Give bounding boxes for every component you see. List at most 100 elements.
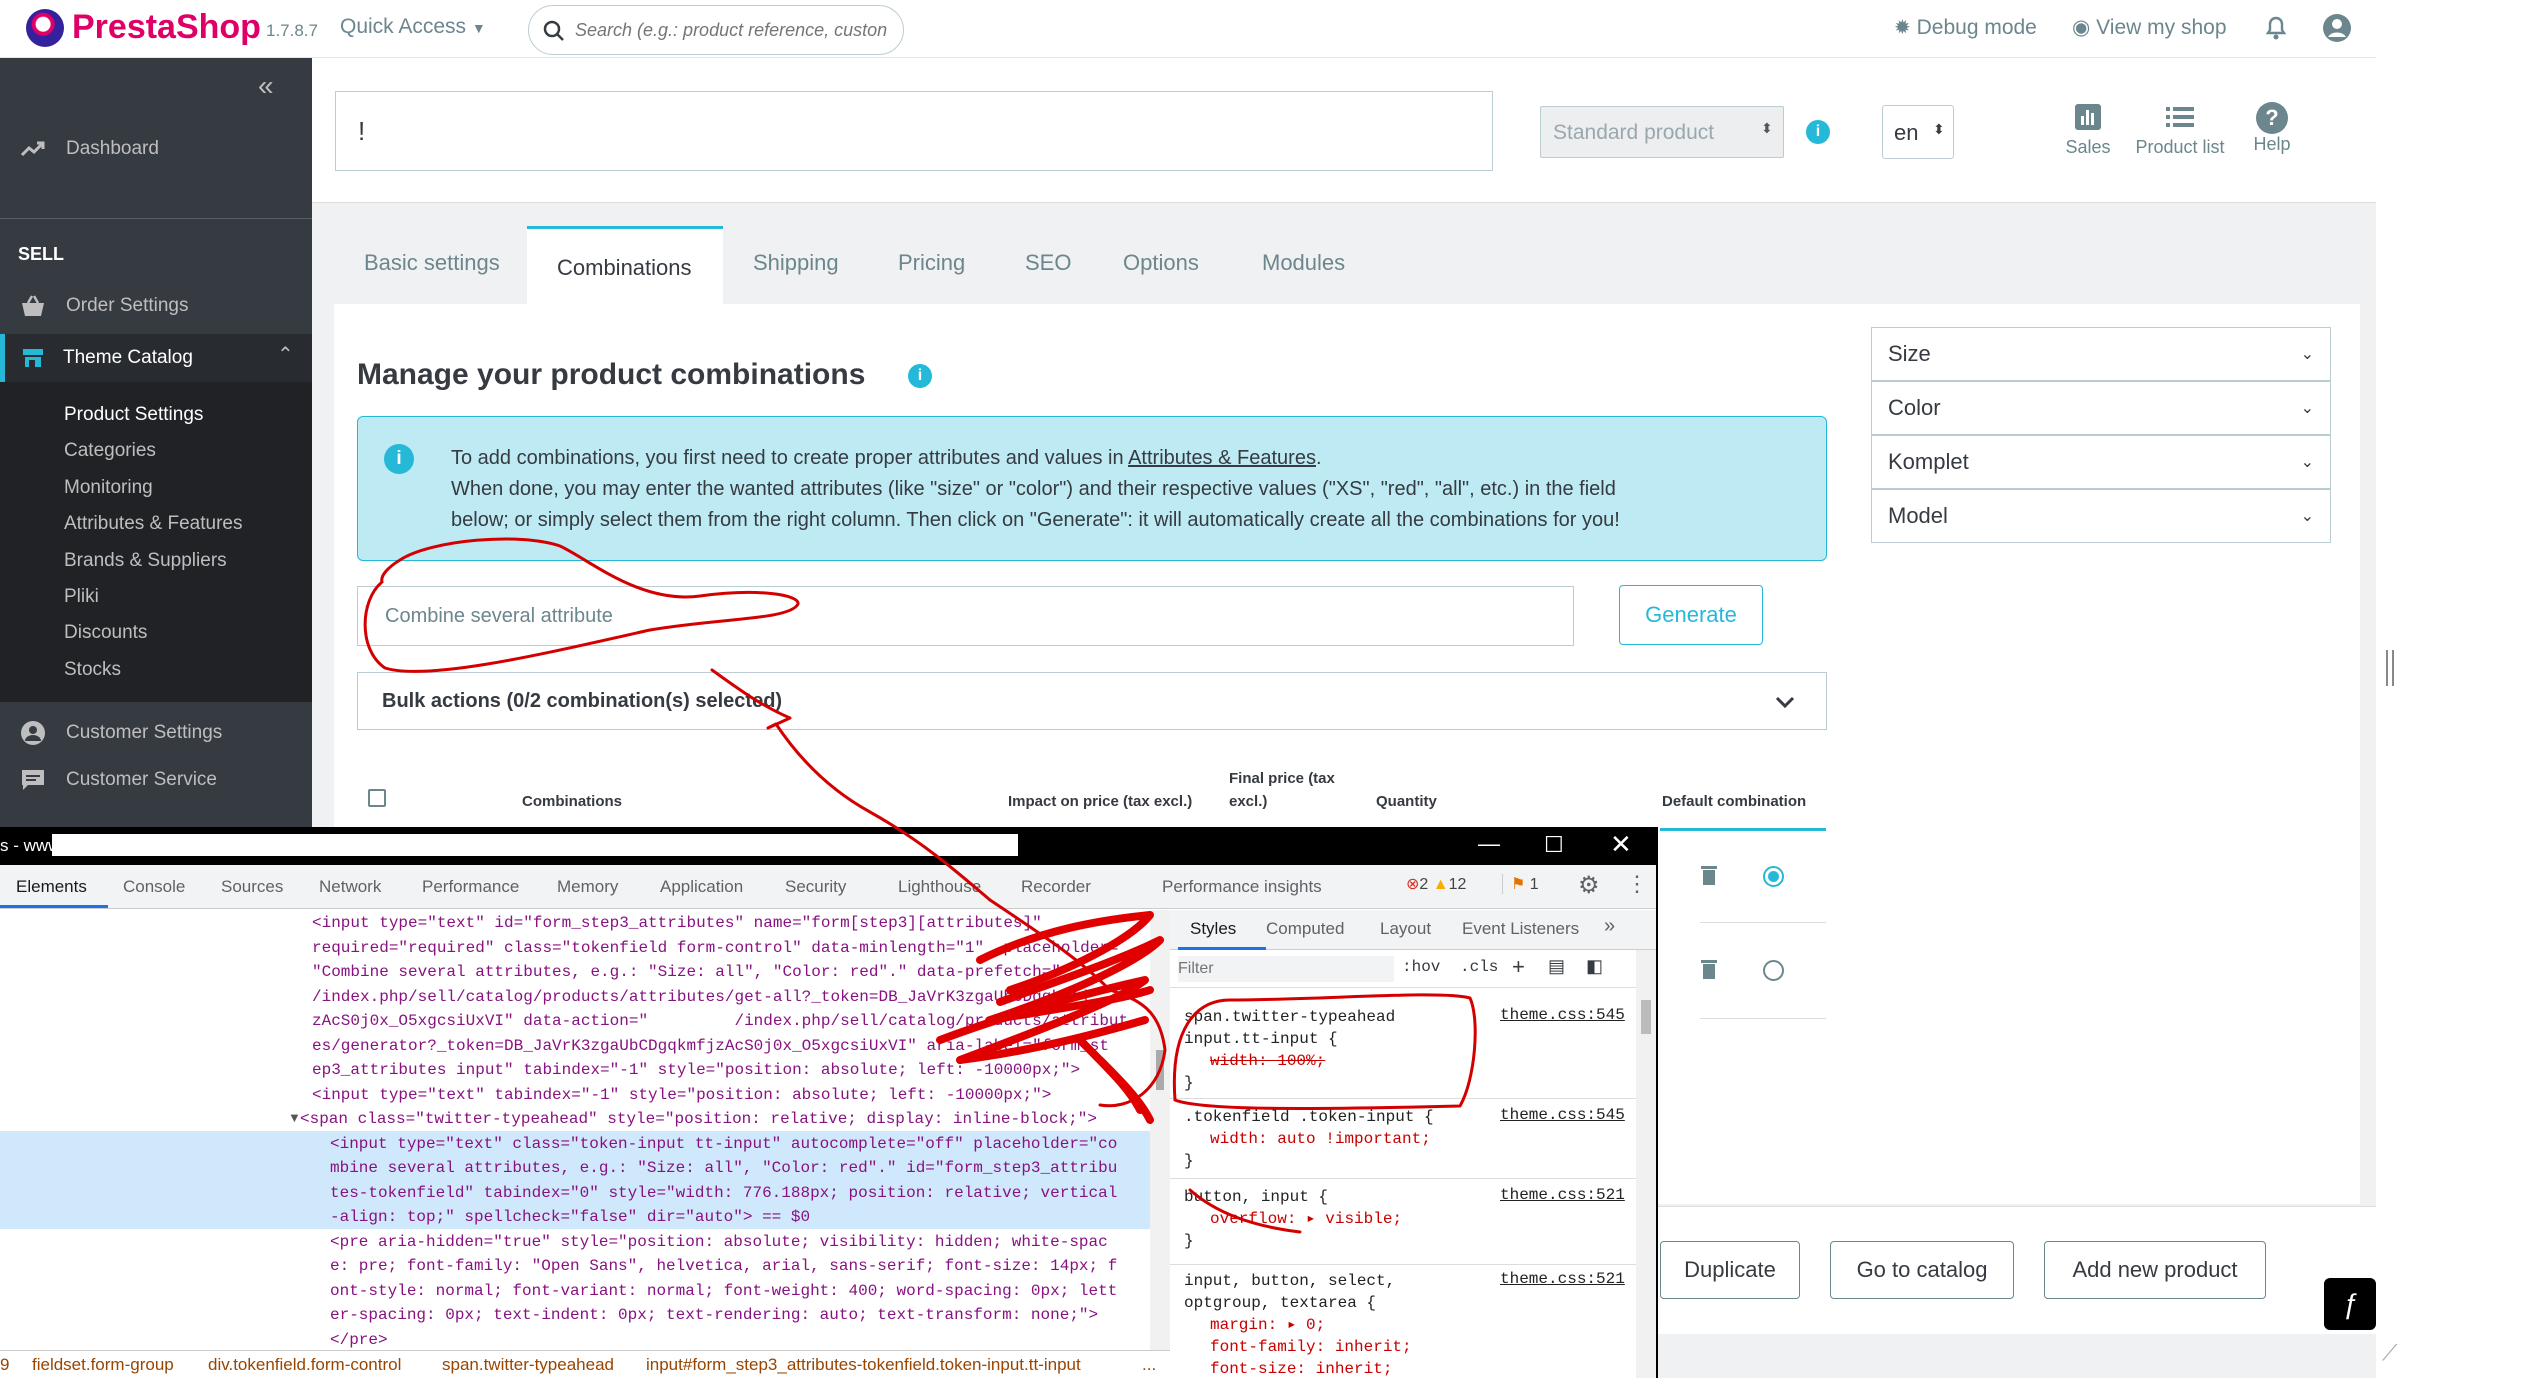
dom-line[interactable]: </pre> bbox=[330, 1328, 388, 1351]
dom-line[interactable]: es/generator?_token=DB_JaVrK3zgaUbCDgqkm… bbox=[312, 1034, 1109, 1059]
rule-4-source[interactable]: theme.css:521 bbox=[1500, 1270, 1625, 1288]
submenu-pliki[interactable]: Pliki bbox=[64, 586, 99, 608]
symfony-toolbar-icon[interactable]: ƒ bbox=[2324, 1278, 2376, 1330]
sidebar-item-customer-service[interactable]: Customer Service bbox=[20, 768, 217, 792]
close-icon[interactable]: ✕ bbox=[1610, 829, 1632, 860]
styles-tab-event-listeners[interactable]: Event Listeners bbox=[1462, 919, 1579, 939]
dom-line[interactable]: mbine several attributes, e.g.: "Size: a… bbox=[330, 1156, 1117, 1181]
scroll-thumb[interactable] bbox=[1641, 1000, 1651, 1034]
prestashop-logo[interactable] bbox=[26, 9, 64, 47]
debug-mode-link[interactable]: ✹ Debug mode bbox=[1894, 15, 2037, 40]
submenu-attributes-features[interactable]: Attributes & Features bbox=[64, 513, 242, 535]
add-new-product-button[interactable]: Add new product bbox=[2044, 1241, 2266, 1299]
rule-3-decl[interactable]: overflow: ▸ visible; bbox=[1184, 1208, 1402, 1230]
scroll-thumb[interactable] bbox=[1156, 1050, 1164, 1090]
settings-gear-icon[interactable]: ⚙ bbox=[1578, 871, 1600, 900]
dom-line[interactable]: <input type="text" class="token-input tt… bbox=[330, 1132, 1117, 1157]
issues-counter[interactable]: ⚑ 1 bbox=[1502, 874, 1539, 894]
devtools-tab-console[interactable]: Console bbox=[123, 877, 185, 897]
product-list-button[interactable]: Product list bbox=[2120, 102, 2240, 158]
dom-line[interactable]: ep3_attributes input" tabindex="-1" styl… bbox=[312, 1058, 1080, 1083]
devtools-tab-memory[interactable]: Memory bbox=[557, 877, 618, 897]
dom-line[interactable]: e: pre; font-family: "Open Sans", helvet… bbox=[330, 1254, 1117, 1279]
attribute-group-model[interactable]: Model ⌄ bbox=[1871, 489, 2331, 543]
sidebar-item-customer-settings[interactable]: Customer Settings bbox=[20, 720, 222, 746]
view-shop-link[interactable]: ◉ View my shop bbox=[2072, 15, 2227, 40]
tab-basic-settings[interactable]: Basic settings bbox=[364, 250, 500, 276]
attributes-features-link[interactable]: Attributes & Features bbox=[1128, 447, 1316, 469]
rule-2-decl[interactable]: width: auto !important; bbox=[1184, 1128, 1434, 1150]
tab-pricing[interactable]: Pricing bbox=[898, 250, 965, 276]
sidebar-item-order-settings[interactable]: Order Settings bbox=[20, 294, 189, 318]
brand-name[interactable]: PrestaShop bbox=[72, 8, 261, 47]
bell-icon[interactable] bbox=[2264, 13, 2288, 41]
delete-icon[interactable] bbox=[1700, 864, 1718, 891]
help-button[interactable]: ? Help bbox=[2242, 102, 2302, 155]
rule-2-source[interactable]: theme.css:545 bbox=[1500, 1106, 1625, 1124]
styles-filter-input[interactable] bbox=[1178, 956, 1394, 982]
dom-line[interactable]: <pre aria-hidden="true" style="position:… bbox=[330, 1230, 1108, 1255]
sidebar-item-theme-catalog[interactable]: Theme Catalog ⌃ bbox=[0, 334, 312, 382]
hover-state-toggle[interactable]: :hov bbox=[1402, 958, 1440, 976]
attribute-group-komplet[interactable]: Komplet ⌄ bbox=[1871, 435, 2331, 489]
expand-triangle-icon[interactable]: ▼ bbox=[288, 1110, 301, 1125]
dom-line[interactable]: -align: top;" spellcheck="false" dir="au… bbox=[330, 1205, 810, 1230]
more-options-icon[interactable]: ⋮ bbox=[1626, 871, 1648, 897]
dom-line[interactable]: "Combine several attributes, e.g.: "Size… bbox=[312, 960, 1061, 985]
rule-3-source[interactable]: theme.css:521 bbox=[1500, 1186, 1625, 1204]
go-to-catalog-button[interactable]: Go to catalog bbox=[1830, 1241, 2014, 1299]
crumb-item[interactable]: 9 bbox=[0, 1355, 9, 1375]
dom-line[interactable]: required="required" class="tokenfield fo… bbox=[312, 936, 1119, 961]
account-icon[interactable] bbox=[2322, 13, 2352, 43]
sales-button[interactable]: Sales bbox=[2058, 102, 2118, 158]
sidebar-toggle-icon[interactable]: ◧ bbox=[1586, 956, 1603, 977]
styles-tab-styles[interactable]: Styles bbox=[1190, 919, 1236, 939]
rule-1-decl[interactable]: width: 100%; bbox=[1184, 1050, 1395, 1072]
tab-seo[interactable]: SEO bbox=[1025, 250, 1071, 276]
dom-line[interactable]: er-spacing: 0px; text-indent: 0px; text-… bbox=[330, 1303, 1098, 1328]
styles-tab-computed[interactable]: Computed bbox=[1266, 919, 1344, 939]
tab-options[interactable]: Options bbox=[1123, 250, 1199, 276]
dom-line[interactable]: <span class="twitter-typeahead" style="p… bbox=[300, 1107, 1097, 1132]
devtools-tab-performance[interactable]: Performance bbox=[422, 877, 519, 897]
add-rule-icon[interactable]: + bbox=[1512, 954, 1525, 980]
rule-4-decl[interactable]: margin: ▸ 0; bbox=[1184, 1314, 1412, 1336]
tab-combinations[interactable]: Combinations bbox=[557, 255, 692, 281]
default-combination-radio[interactable] bbox=[1763, 960, 1784, 981]
search-input[interactable] bbox=[575, 16, 893, 44]
devtools-tab-recorder[interactable]: Recorder bbox=[1021, 877, 1091, 897]
delete-icon[interactable] bbox=[1700, 958, 1718, 985]
dom-line[interactable]: /index.php/sell/catalog/products/attribu… bbox=[312, 985, 1090, 1010]
crumb-item[interactable]: ... bbox=[1142, 1355, 1156, 1375]
error-warning-counter[interactable]: ⊗2 ▲12 bbox=[1406, 874, 1466, 894]
submenu-product-settings[interactable]: Product Settings bbox=[64, 404, 203, 426]
devtools-tab-network[interactable]: Network bbox=[319, 877, 381, 897]
submenu-monitoring[interactable]: Monitoring bbox=[64, 477, 153, 499]
devtools-tab-sources[interactable]: Sources bbox=[221, 877, 283, 897]
dom-line[interactable]: tes-tokenfield" tabindex="0" style="widt… bbox=[330, 1181, 1117, 1206]
resize-handle[interactable] bbox=[2386, 650, 2394, 686]
sidebar-item-dashboard[interactable]: Dashboard bbox=[20, 138, 159, 160]
submenu-brands-suppliers[interactable]: Brands & Suppliers bbox=[64, 550, 227, 572]
minimize-icon[interactable]: — bbox=[1478, 831, 1500, 857]
devtools-tab-application[interactable]: Application bbox=[660, 877, 743, 897]
styles-tab-layout[interactable]: Layout bbox=[1380, 919, 1431, 939]
search-form[interactable] bbox=[528, 5, 904, 55]
quick-access-button[interactable]: Quick Access ▼ bbox=[340, 15, 486, 39]
devtools-tab-performance-insights[interactable]: Performance insights bbox=[1162, 877, 1322, 897]
crumb-item[interactable]: fieldset.form-group bbox=[32, 1355, 174, 1375]
info-icon[interactable]: i bbox=[1806, 120, 1830, 144]
chevron-right-double-icon[interactable]: » bbox=[1604, 915, 1615, 938]
styles-scrollbar[interactable] bbox=[1636, 950, 1656, 1378]
attributes-token-input[interactable]: Combine several attribute bbox=[357, 586, 1574, 646]
rule-4-decl[interactable]: font-family: inherit; bbox=[1184, 1336, 1412, 1358]
rule-1-source[interactable]: theme.css:545 bbox=[1500, 1006, 1625, 1024]
class-toggle[interactable]: .cls bbox=[1460, 958, 1498, 976]
dom-line[interactable]: <input type="text" tabindex="-1" style="… bbox=[312, 1083, 1051, 1108]
dom-line[interactable]: zAcS0j0x_O5xgcsiUxVI" data-action=" /ind… bbox=[312, 1009, 1128, 1034]
generate-button[interactable]: Generate bbox=[1619, 585, 1763, 645]
collapse-sidebar-button[interactable]: « bbox=[258, 70, 274, 102]
language-select[interactable]: en ⬍ bbox=[1882, 105, 1954, 159]
attribute-group-size[interactable]: Size ⌄ bbox=[1871, 327, 2331, 381]
maximize-icon[interactable]: ☐ bbox=[1544, 832, 1564, 858]
